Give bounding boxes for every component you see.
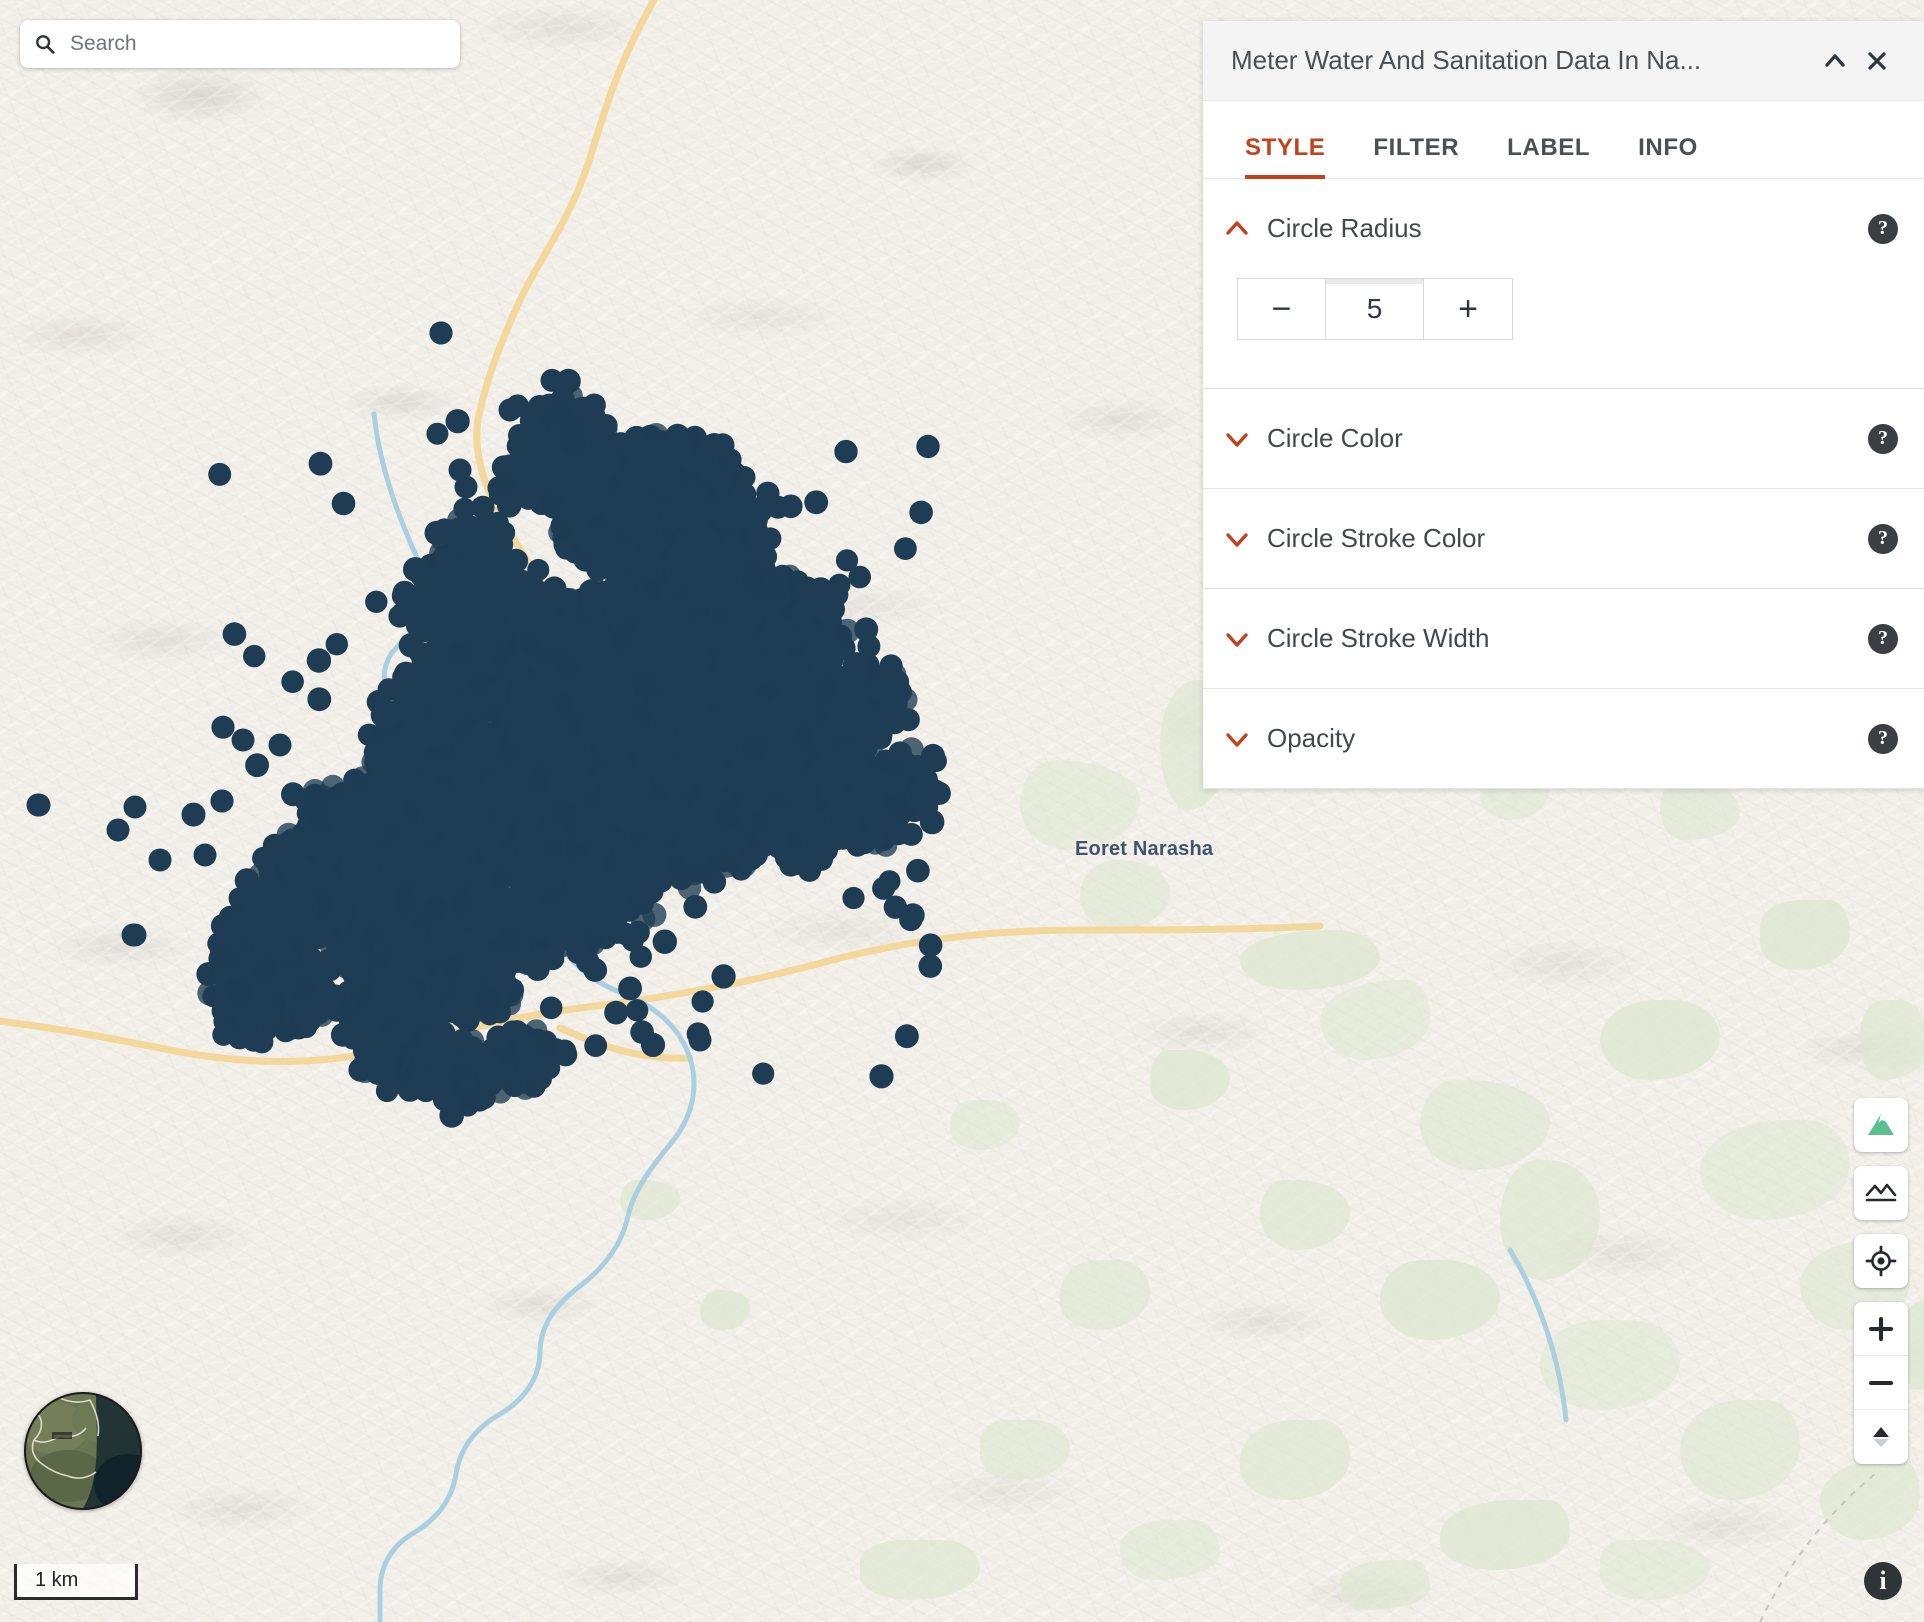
section-circle-color: Circle Color ? bbox=[1203, 389, 1924, 489]
place-label-eoret-narasha: Eoret Narasha bbox=[1075, 838, 1213, 861]
section-circle-radius-header[interactable]: Circle Radius ? bbox=[1203, 179, 1924, 278]
plus-icon bbox=[1866, 1314, 1896, 1344]
panel-header: Meter Water And Sanitation Data In Na... bbox=[1203, 21, 1924, 101]
section-circle-radius-body: − 5 + bbox=[1203, 278, 1924, 388]
circle-radius-increment-button[interactable]: + bbox=[1424, 279, 1512, 339]
section-circle-stroke-width-label: Circle Stroke Width bbox=[1267, 623, 1868, 654]
locate-me-button[interactable] bbox=[1854, 1234, 1908, 1288]
globe-minimap[interactable] bbox=[24, 1392, 142, 1510]
circle-radius-decrement-button[interactable]: − bbox=[1238, 279, 1326, 339]
help-icon-circle-stroke-width[interactable]: ? bbox=[1868, 624, 1898, 654]
map-info-button[interactable]: i bbox=[1864, 1562, 1902, 1600]
help-icon-circle-stroke-color[interactable]: ? bbox=[1868, 524, 1898, 554]
chevron-down-icon bbox=[1215, 717, 1259, 761]
chevron-down-icon bbox=[1215, 617, 1259, 661]
section-circle-stroke-width-header[interactable]: Circle Stroke Width ? bbox=[1203, 589, 1924, 688]
terrain-3d-button[interactable] bbox=[1854, 1098, 1908, 1152]
section-opacity-label: Opacity bbox=[1267, 723, 1868, 754]
tab-style[interactable]: STYLE bbox=[1221, 134, 1349, 178]
terrain-contour-button[interactable] bbox=[1854, 1166, 1908, 1220]
panel-close-button[interactable] bbox=[1856, 40, 1898, 82]
zoom-controls bbox=[1854, 1302, 1908, 1464]
triangle-up-down-icon bbox=[1866, 1422, 1896, 1452]
section-circle-color-label: Circle Color bbox=[1267, 423, 1868, 454]
minus-icon bbox=[1866, 1368, 1896, 1398]
section-opacity-header[interactable]: Opacity ? bbox=[1203, 689, 1924, 788]
search-icon bbox=[34, 33, 56, 55]
tab-info[interactable]: INFO bbox=[1614, 134, 1722, 178]
panel-collapse-button[interactable] bbox=[1814, 40, 1856, 82]
zoom-out-button[interactable] bbox=[1854, 1356, 1908, 1410]
map-application: Eoret Narasha bbox=[0, 0, 1924, 1622]
minimap-globe-image bbox=[24, 1392, 142, 1510]
tab-filter[interactable]: FILTER bbox=[1349, 134, 1483, 178]
help-icon-circle-color[interactable]: ? bbox=[1868, 424, 1898, 454]
help-icon-circle-radius[interactable]: ? bbox=[1868, 214, 1898, 244]
search-input[interactable] bbox=[68, 31, 446, 57]
section-circle-stroke-color-header[interactable]: Circle Stroke Color ? bbox=[1203, 489, 1924, 588]
section-circle-radius: Circle Radius ? − 5 + bbox=[1203, 179, 1924, 389]
scale-bar: 1 km bbox=[14, 1564, 138, 1600]
scale-bar-label: 1 km bbox=[35, 1569, 78, 1592]
mountain-filled-icon bbox=[1864, 1108, 1898, 1142]
section-circle-radius-label: Circle Radius bbox=[1267, 213, 1868, 244]
info-icon: i bbox=[1879, 1566, 1886, 1596]
search-bar[interactable] bbox=[20, 20, 460, 68]
panel-tabs: STYLE FILTER LABEL INFO bbox=[1203, 101, 1924, 179]
chevron-down-icon bbox=[1215, 517, 1259, 561]
section-opacity: Opacity ? bbox=[1203, 689, 1924, 789]
section-circle-color-header[interactable]: Circle Color ? bbox=[1203, 389, 1924, 488]
zoom-in-button[interactable] bbox=[1854, 1302, 1908, 1356]
tab-label[interactable]: LABEL bbox=[1483, 134, 1614, 178]
layer-style-panel: Meter Water And Sanitation Data In Na...… bbox=[1203, 21, 1924, 789]
panel-title: Meter Water And Sanitation Data In Na... bbox=[1231, 45, 1814, 76]
crosshair-target-icon bbox=[1864, 1244, 1898, 1278]
map-controls bbox=[1854, 1098, 1908, 1464]
circle-radius-stepper[interactable]: − 5 + bbox=[1237, 278, 1513, 340]
section-circle-stroke-color-label: Circle Stroke Color bbox=[1267, 523, 1868, 554]
section-circle-stroke-width: Circle Stroke Width ? bbox=[1203, 589, 1924, 689]
mountain-lines-icon bbox=[1864, 1176, 1898, 1210]
chevron-up-icon bbox=[1215, 207, 1259, 251]
circle-radius-value[interactable]: 5 bbox=[1326, 279, 1424, 339]
section-circle-stroke-color: Circle Stroke Color ? bbox=[1203, 489, 1924, 589]
help-icon-opacity[interactable]: ? bbox=[1868, 724, 1898, 754]
pitch-toggle-button[interactable] bbox=[1854, 1410, 1908, 1464]
close-icon bbox=[1863, 47, 1891, 75]
chevron-up-icon bbox=[1821, 47, 1849, 75]
chevron-down-icon bbox=[1215, 417, 1259, 461]
